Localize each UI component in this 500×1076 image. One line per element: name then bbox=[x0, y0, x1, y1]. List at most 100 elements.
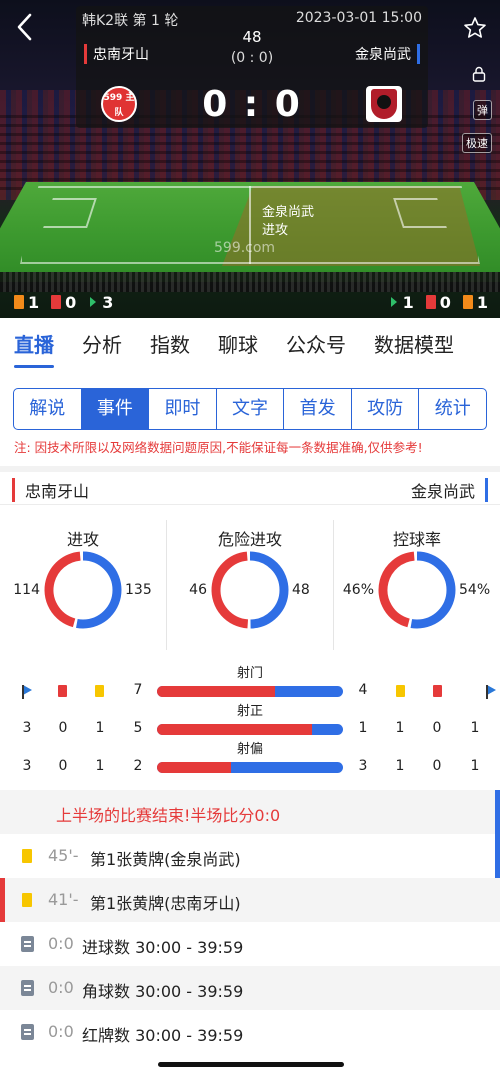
subtab-events[interactable]: 事件 bbox=[81, 389, 150, 429]
home-counts: 1 0 3 bbox=[14, 292, 113, 312]
back-button[interactable] bbox=[14, 12, 38, 44]
donut-title: 控球率 bbox=[392, 530, 441, 549]
subtab-instant[interactable]: 即时 bbox=[149, 389, 217, 429]
yellow-card-icon bbox=[14, 295, 24, 309]
away-team-label: 金泉尚武 bbox=[411, 478, 488, 502]
subtab-text[interactable]: 文字 bbox=[217, 389, 285, 429]
match-hero: 金泉尚武 进攻 599.com 弹 极速 韩K2联 第 1 轮 2023-03-… bbox=[0, 0, 500, 318]
bar-stat-home-value: 5 bbox=[133, 720, 143, 736]
away-red-count: 0 bbox=[432, 720, 442, 736]
event-row[interactable]: 0:0 角球数 30:00 - 39:59 bbox=[0, 966, 500, 1010]
live-event-caption: 金泉尚武 进攻 bbox=[262, 204, 314, 240]
away-yellow-count: 1 bbox=[395, 758, 405, 774]
event-time: 0:0 bbox=[48, 1022, 74, 1041]
home-side-marker bbox=[0, 878, 5, 922]
donut-chart bbox=[211, 551, 289, 629]
event-row[interactable]: 上半场的比赛结束!半场比分0:0 bbox=[0, 790, 500, 834]
stat-doc-icon bbox=[21, 1024, 34, 1040]
league-round: 韩K2联 第 1 轮 bbox=[82, 13, 179, 29]
home-yellow-count: 1 bbox=[95, 720, 105, 736]
yellow-card-icon bbox=[22, 893, 32, 907]
event-row[interactable]: 41'- 第1张黄牌(忠南牙山) bbox=[0, 878, 500, 922]
away-corner-count: 1 bbox=[402, 292, 414, 312]
fast-mode-toggle[interactable]: 极速 bbox=[462, 133, 492, 153]
stat-doc-icon bbox=[21, 980, 34, 996]
donut-home-value: 114 bbox=[13, 582, 40, 598]
corner-flag-icon bbox=[90, 297, 97, 307]
home-red-count: 0 bbox=[58, 758, 68, 774]
stat-donut: 进攻 114 135 bbox=[0, 524, 166, 644]
yellow-card-icon bbox=[95, 685, 104, 697]
subtab-attack-defense[interactable]: 攻防 bbox=[352, 389, 420, 429]
donut-chart bbox=[378, 551, 456, 629]
event-headline: 上半场的比赛结束!半场比分0:0 bbox=[56, 806, 281, 825]
event-text: 第1张黄牌(忠南牙山) bbox=[90, 894, 241, 913]
subtab-stats[interactable]: 统计 bbox=[419, 389, 486, 429]
favorite-button[interactable] bbox=[463, 16, 487, 46]
stat-bar-home bbox=[157, 762, 232, 773]
event-row[interactable]: 0:0 红牌数 30:00 - 39:59 bbox=[0, 1010, 500, 1054]
home-team-name: 忠南牙山 bbox=[84, 44, 149, 64]
event-time: 0:0 bbox=[48, 934, 74, 953]
live-event-action: 进攻 bbox=[262, 223, 289, 238]
donut-home-value: 46% bbox=[342, 582, 374, 598]
away-red-count: 0 bbox=[439, 292, 451, 312]
stat-bar bbox=[157, 724, 343, 735]
divider bbox=[0, 504, 500, 505]
corner-flag-icon bbox=[20, 685, 34, 699]
stat-doc-icon bbox=[21, 936, 34, 952]
tab-live[interactable]: 直播 bbox=[0, 329, 68, 368]
tab-chat[interactable]: 聊球 bbox=[204, 329, 272, 358]
star-icon bbox=[464, 17, 486, 38]
danmaku-toggle[interactable]: 弹 bbox=[473, 100, 492, 120]
event-time: 0:0 bbox=[48, 978, 74, 997]
home-corner-count: 3 bbox=[22, 758, 32, 774]
event-text: 红牌数 30:00 - 39:59 bbox=[82, 1026, 244, 1045]
yellow-card-icon bbox=[396, 685, 405, 697]
home-corner-count: 3 bbox=[22, 720, 32, 736]
tab-odds[interactable]: 指数 bbox=[136, 329, 204, 358]
event-text: 角球数 30:00 - 39:59 bbox=[82, 982, 244, 1001]
divider bbox=[333, 520, 334, 650]
stat-donut: 危险进攻 46 48 bbox=[167, 524, 333, 644]
subtab-lineup[interactable]: 首发 bbox=[284, 389, 352, 429]
bar-stat-away-value: 1 bbox=[358, 720, 368, 736]
lock-icon bbox=[472, 66, 486, 82]
away-side-marker bbox=[495, 834, 500, 878]
divider bbox=[166, 520, 167, 650]
bar-stat-home-value: 2 bbox=[133, 758, 143, 774]
event-time: 45'- bbox=[48, 846, 79, 865]
home-red-count: 0 bbox=[58, 720, 68, 736]
event-row[interactable]: 45'- 第1张黄牌(金泉尚武) bbox=[0, 834, 500, 878]
away-counts: 1 0 1 bbox=[390, 292, 488, 312]
corner-flag-icon bbox=[484, 685, 498, 699]
stat-bar-home bbox=[157, 686, 276, 697]
donut-home-arc bbox=[44, 551, 122, 629]
red-card-icon bbox=[58, 685, 67, 697]
tab-analysis[interactable]: 分析 bbox=[68, 329, 136, 358]
donut-home-value: 46 bbox=[189, 582, 207, 598]
tab-data-model[interactable]: 数据模型 bbox=[360, 329, 468, 358]
scoreboard: 韩K2联 第 1 轮 2023-03-01 15:00 48 (0 : 0) 忠… bbox=[76, 6, 428, 128]
away-corner-count: 1 bbox=[470, 758, 480, 774]
home-red-count: 0 bbox=[65, 292, 77, 312]
sub-tabs: 解说 事件 即时 文字 首发 攻防 统计 bbox=[13, 388, 487, 430]
bar-stat-home-value: 7 bbox=[133, 682, 143, 698]
bar-stat-label: 射偏 bbox=[236, 742, 263, 757]
corner-flag-icon bbox=[390, 297, 397, 307]
yellow-card-icon bbox=[462, 295, 473, 309]
main-tabs: 直播 分析 指数 聊球 公众号 数据模型 bbox=[0, 318, 500, 368]
donut-title: 进攻 bbox=[66, 530, 99, 549]
away-corner-count: 1 bbox=[470, 720, 480, 736]
donut-title: 危险进攻 bbox=[217, 530, 282, 549]
away-crest-icon bbox=[371, 89, 397, 119]
home-indicator bbox=[158, 1062, 344, 1067]
event-row[interactable]: 0:0 进球数 30:00 - 39:59 bbox=[0, 922, 500, 966]
stat-bar-home bbox=[157, 724, 312, 735]
donut-away-value: 48 bbox=[292, 582, 310, 598]
tab-official-account[interactable]: 公众号 bbox=[272, 329, 360, 358]
away-red-count: 0 bbox=[432, 758, 442, 774]
lock-button[interactable] bbox=[466, 66, 492, 85]
subtab-commentary[interactable]: 解说 bbox=[14, 389, 82, 429]
event-text: 进球数 30:00 - 39:59 bbox=[82, 938, 244, 957]
